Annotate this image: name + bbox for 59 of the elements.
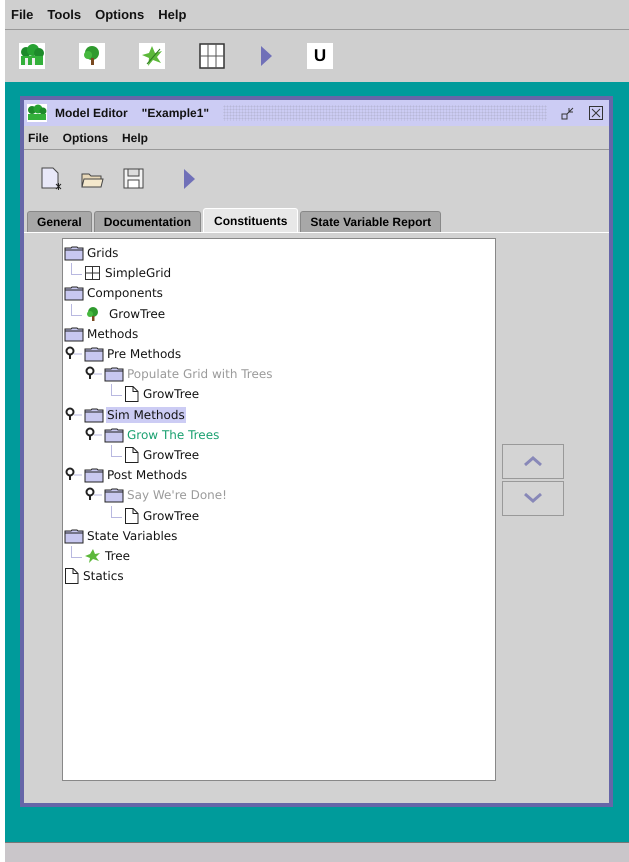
u-button[interactable]: U [307,43,333,69]
menu-item[interactable]: Options [95,7,144,22]
tree-node-label[interactable]: SimpleGrid [104,265,172,282]
play-icon[interactable] [259,43,273,69]
tree-node-label[interactable]: Methods [86,326,140,342]
leaf-icon[interactable] [139,43,165,69]
tree-line [71,304,82,316]
chevron-down-icon [523,492,543,504]
tree-line [71,546,82,558]
tab[interactable]: General [27,211,92,232]
folder-icon [64,245,84,262]
grid-icon[interactable] [199,43,225,69]
window-title: Model Editor [55,106,128,120]
restore-icon[interactable] [561,106,575,120]
menu-item[interactable]: File [28,130,49,144]
tree-line [111,384,122,396]
folder-icon [64,285,84,302]
document-name: "Example1" [142,106,210,120]
tree-node-label[interactable]: Grids [86,245,120,262]
tree-node-label[interactable]: Tree [104,548,132,564]
folder-icon [64,528,84,544]
document-icon [124,506,140,525]
document-icon [124,446,140,464]
tree-line [111,444,122,457]
document-icon [124,385,140,404]
grid-icon [84,265,102,282]
tree-node-label[interactable]: GrowTree [142,446,200,463]
forest-icon [27,104,47,122]
tab[interactable]: Documentation [94,211,202,232]
tab[interactable]: Constituents [203,208,298,232]
tree-node-label[interactable]: Sim Methods [106,406,186,423]
menu-item[interactable]: Help [122,130,148,144]
folder-icon [84,406,104,423]
folder-icon [84,467,104,484]
tree-node-label[interactable]: Post Methods [106,467,188,484]
tree-line [71,263,82,276]
play-icon[interactable] [182,166,196,192]
folder-icon [84,346,104,362]
menu-item[interactable]: Options [62,130,108,144]
tab[interactable]: State Variable Report [300,211,442,232]
folder-icon [104,366,124,382]
leaf-icon [84,548,102,564]
tree-node-label[interactable]: State Variables [86,528,178,544]
tree-node-label[interactable]: Components [86,285,164,302]
tree-icon[interactable] [79,43,105,69]
tree-node-label[interactable]: Pre Methods [106,346,182,362]
menu-item[interactable]: Tools [47,7,82,22]
folder-icon [104,426,124,443]
tree-line [111,506,122,518]
menu-item[interactable]: Help [158,7,186,22]
folder-icon [64,326,84,342]
forest-icon[interactable] [19,43,45,69]
close-icon[interactable] [589,106,603,120]
folder-icon [104,487,124,504]
tree-node-label[interactable]: GrowTree [108,306,166,322]
tree-node-label[interactable]: Statics [82,568,125,584]
new-file-icon[interactable] [40,166,62,192]
chevron-up-icon [523,455,543,467]
menu-item[interactable]: File [11,7,34,22]
